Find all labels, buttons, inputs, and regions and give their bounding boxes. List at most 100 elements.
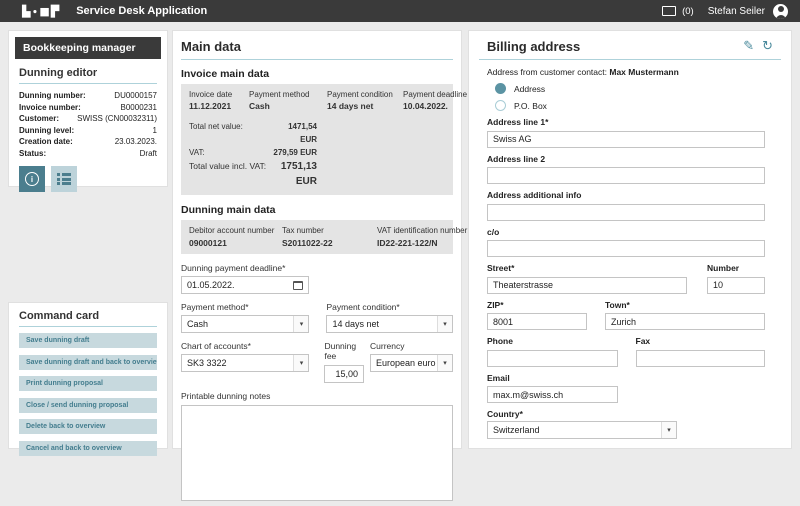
radio-po-box[interactable]: P.O. Box [495,100,765,111]
list-view-button[interactable] [51,166,77,192]
co-label: c/o [487,227,765,237]
country-select[interactable]: Switzerland ▾ [487,421,677,439]
country-label: Country* [487,409,677,419]
payment-deadline-value: 10.04.2022. [403,101,467,111]
payment-condition-selected: 14 days net [332,319,379,329]
payment-condition-label: Payment condition* [326,302,453,312]
delete-back-overview-button[interactable]: Delete back to overview [19,419,157,434]
printable-dunning-notes-label: Printable dunning notes [181,391,453,401]
contact-line: Address from customer contact: Max Muste… [487,67,765,77]
radio-address[interactable]: Address [495,83,765,94]
cancel-back-overview-button[interactable]: Cancel and back to overview [19,441,157,456]
pencil-icon: ✎ [743,39,754,54]
chart-of-accounts-select[interactable]: SK3 3322 ▾ [181,354,309,372]
dunning-main-data-title: Dunning main data [181,204,453,216]
info-label: Dunning level: [19,125,74,137]
command-card-panel: Command card Save dunning draft Save dun… [8,302,168,449]
payment-method-selected: Cash [187,319,208,329]
user-avatar-icon[interactable] [773,4,788,19]
refresh-icon: ↻ [762,39,773,54]
refresh-address-button[interactable]: ↻ [762,40,773,53]
calendar-icon[interactable] [293,281,303,290]
printable-dunning-notes-textarea[interactable] [181,405,453,501]
address-line-2-input[interactable] [487,167,765,184]
info-label: Status: [19,148,46,160]
total-incl-vat-row: Total value incl. VAT: 1751,13 EUR [189,159,445,189]
logo-icon: ▙∙■▛ [22,5,60,18]
street-input[interactable] [487,277,687,294]
email-label: Email [487,373,618,383]
save-dunning-draft-button[interactable]: Save dunning draft [19,333,157,348]
total-value: 1471,54 EUR [269,120,317,146]
radio-label: P.O. Box [514,101,547,111]
column-header: Debitor account number [189,226,282,235]
info-icon: i [25,172,39,186]
total-label: Total net value: [189,120,269,146]
address-line-1-label: Address line 1* [487,117,765,127]
payment-method-value: Cash [249,101,327,111]
list-icon [57,172,71,187]
dunning-payment-deadline-input[interactable]: 01.05.2022. [181,276,309,294]
chevron-down-icon: ▾ [437,355,452,371]
total-value: 1751,13 EUR [269,159,317,189]
zip-input[interactable] [487,313,587,330]
info-value: SWISS (CN00032311) [77,113,157,125]
chevron-down-icon: ▾ [661,422,676,438]
chevron-down-icon: ▾ [437,316,452,332]
dunning-fee-input[interactable] [324,365,364,383]
email-input[interactable] [487,386,618,403]
bookkeeping-manager-panel: Bookkeeping manager Dunning editor Dunni… [8,30,168,187]
chevron-down-icon: ▾ [293,355,308,371]
info-row-creation-date: Creation date: 23.03.2023. [19,136,157,148]
number-input[interactable] [707,277,765,294]
invoice-summary-box: Invoice date Payment method Payment cond… [181,84,453,195]
tax-number-value: S2011022-22 [282,238,377,248]
app-topbar: ▙∙■▛ Service Desk Application (0) Stefan… [0,0,800,22]
info-label: Dunning number: [19,90,86,102]
info-row-dunning-number: Dunning number: DU0000157 [19,90,157,102]
address-additional-info-input[interactable] [487,204,765,221]
phone-input[interactable] [487,350,618,367]
chart-of-accounts-selected: SK3 3322 [187,358,227,368]
radio-selected-icon[interactable] [495,83,506,94]
dunning-editor-title: Dunning editor [19,67,157,84]
info-row-invoice-number: Invoice number: B0000231 [19,102,157,114]
address-line-2-label: Address line 2 [487,154,765,164]
total-label: Total value incl. VAT: [189,159,269,189]
mail-icon[interactable] [662,6,676,16]
info-value: DU0000157 [114,90,157,102]
currency-selected: European euro [376,358,436,368]
fax-input[interactable] [636,350,766,367]
print-dunning-proposal-button[interactable]: Print dunning proposal [19,376,157,391]
info-value: B0000231 [121,102,157,114]
town-input[interactable] [605,313,765,330]
currency-select[interactable]: European euro ▾ [370,354,453,372]
country-selected: Switzerland [493,425,540,435]
address-line-1-input[interactable] [487,131,765,148]
co-input[interactable] [487,240,765,257]
column-header: Payment condition [327,90,403,99]
total-label: VAT: [189,146,269,159]
payment-condition-select[interactable]: 14 days net ▾ [326,315,453,333]
edit-address-button[interactable]: ✎ [743,40,754,53]
save-draft-back-overview-button[interactable]: Save dunning draft and back to overview [19,355,157,370]
mail-count: (0) [682,6,694,17]
payment-method-select[interactable]: Cash ▾ [181,315,309,333]
info-row-customer: Customer: SWISS (CN00032311) [19,113,157,125]
app-title: Service Desk Application [76,5,207,17]
deadline-value: 01.05.2022. [187,280,235,290]
vat-id-number-value: ID22-221-122/N [377,238,470,248]
info-button[interactable]: i [19,166,45,192]
user-name[interactable]: Stefan Seiler [708,6,765,17]
info-label: Customer: [19,113,59,125]
payment-method-label: Payment method* [181,302,309,312]
close-send-dunning-proposal-button[interactable]: Close / send dunning proposal [19,398,157,413]
column-header: VAT identification number: [377,226,470,235]
command-card-title: Command card [19,310,157,327]
total-net-value-row: Total net value: 1471,54 EUR [189,120,445,146]
column-header: Invoice date [189,90,249,99]
number-label: Number [707,263,765,273]
radio-unselected-icon[interactable] [495,100,506,111]
dunning-payment-deadline-label: Dunning payment deadline* [181,263,453,273]
info-row-status: Status: Draft [19,148,157,160]
